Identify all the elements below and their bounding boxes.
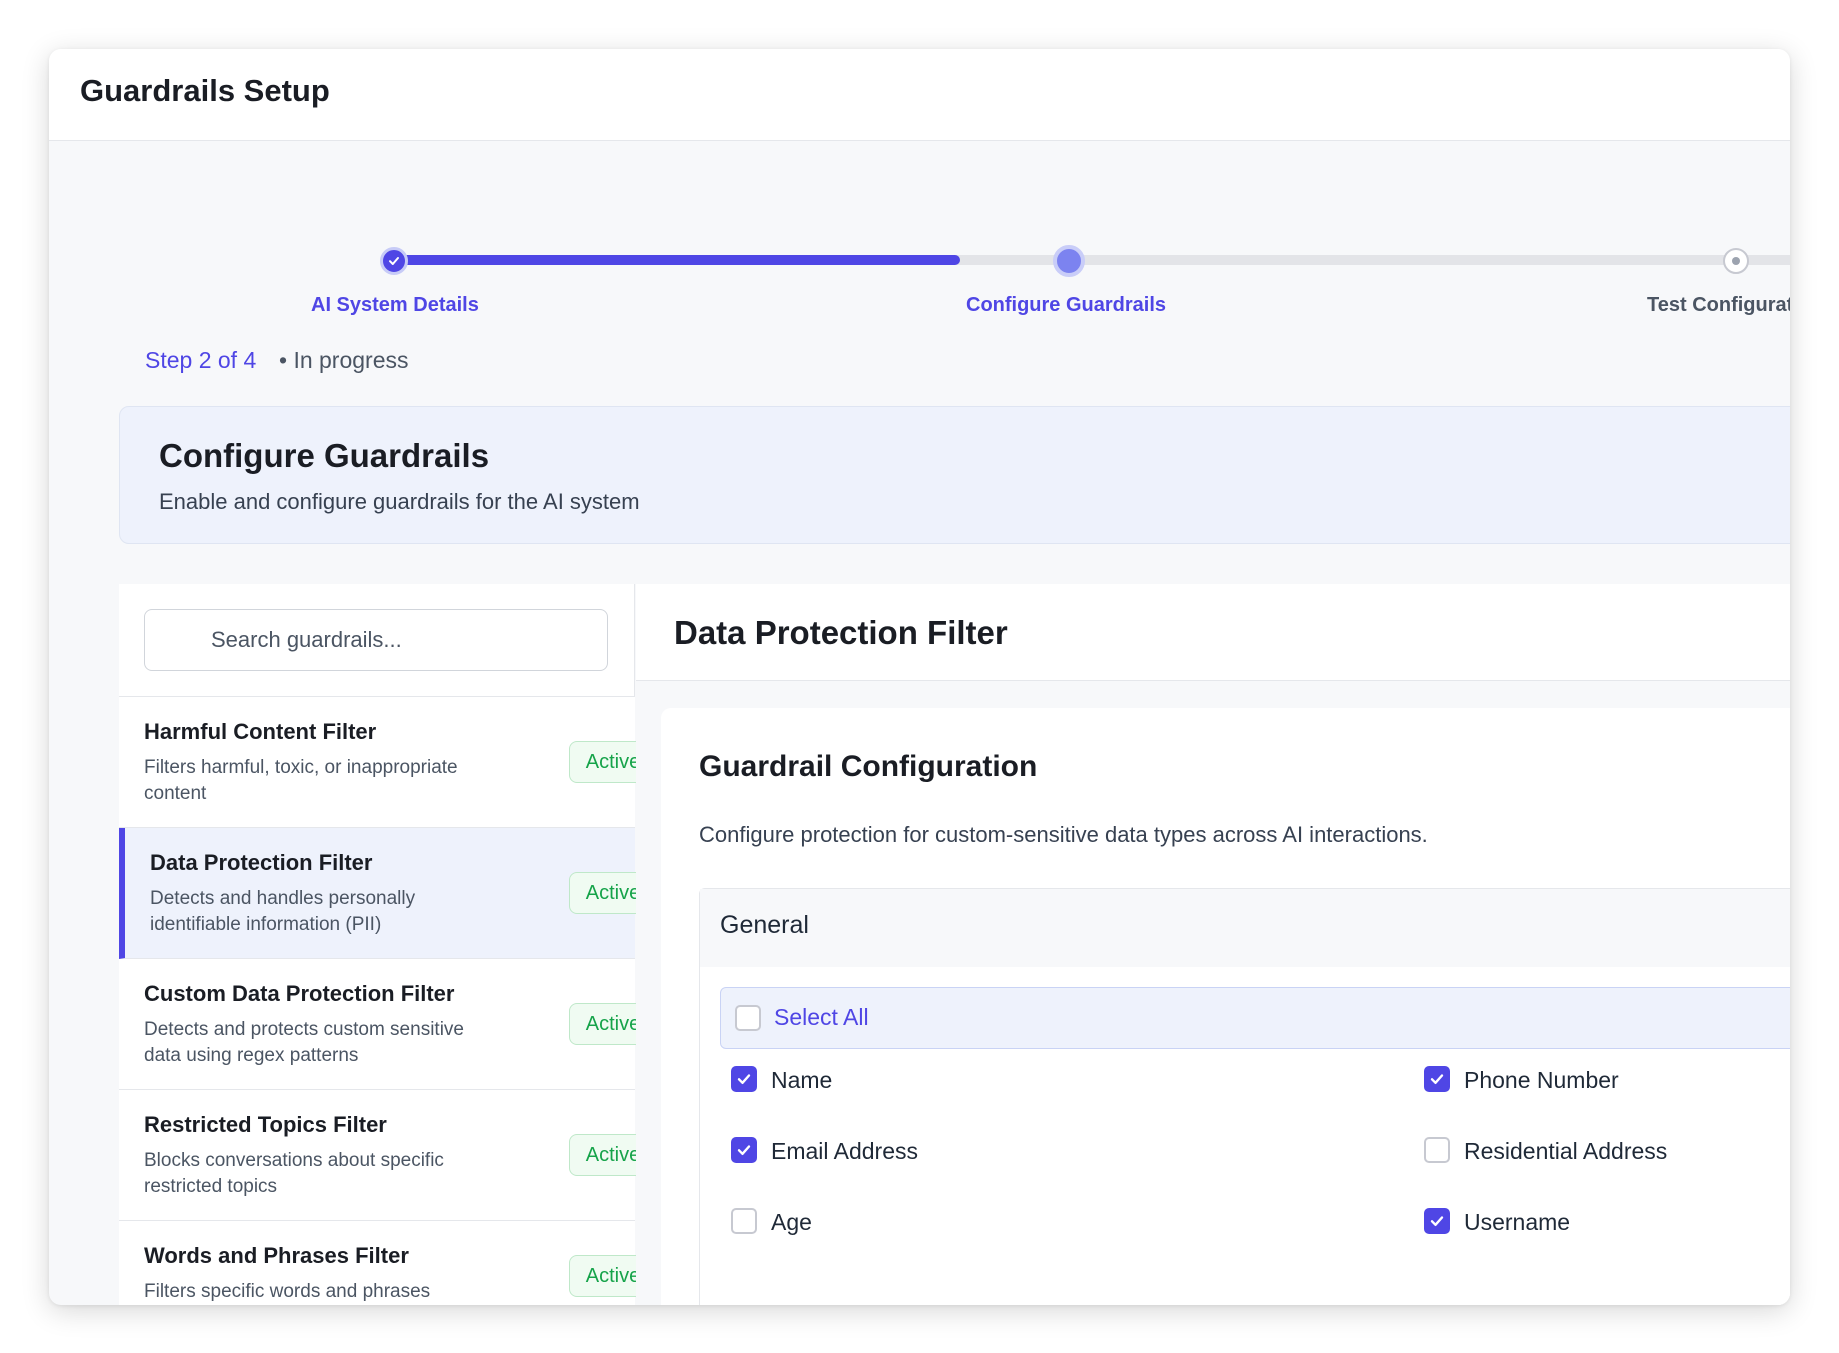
list-item-custom-data-protection[interactable]: Custom Data Protection Filter Detects an… — [119, 959, 657, 1090]
guardrail-detail-panel: Data Protection Filter Guardrail Configu… — [636, 584, 1790, 1305]
guardrail-description: Detects and handles personally identifia… — [150, 888, 416, 935]
config-description: Configure protection for custom-sensitiv… — [699, 822, 1428, 847]
detail-title: Data Protection Filter — [674, 614, 1008, 651]
guardrail-name: Harmful Content Filter — [144, 719, 377, 744]
guardrail-list-panel: Harmful Content Filter Filters harmful, … — [119, 584, 657, 1305]
step-count: Step 2 of 4 — [145, 347, 257, 373]
list-item-words-phrases[interactable]: Words and Phrases Filter Filters specifi… — [119, 1221, 657, 1305]
option-label: Name — [771, 1067, 833, 1093]
step-2-current-icon[interactable] — [1053, 245, 1085, 277]
guardrail-description: Filters harmful, toxic, or inappropriate… — [144, 757, 458, 804]
config-title: Guardrail Configuration — [699, 750, 1038, 783]
step-1-complete-icon[interactable] — [380, 247, 408, 275]
phone-number-checkbox[interactable] — [1424, 1066, 1450, 1092]
name-checkbox[interactable] — [731, 1066, 757, 1092]
progress-stepper: AI System Details Configure Guardrails T… — [49, 141, 1790, 391]
guardrail-description: Detects and protects custom sensitive da… — [144, 1019, 464, 1066]
option-label: Username — [1464, 1209, 1571, 1235]
select-all-row[interactable]: Select All — [720, 987, 1790, 1049]
email-address-checkbox[interactable] — [731, 1137, 757, 1163]
option-label: Age — [771, 1209, 812, 1235]
group-title: General — [720, 911, 809, 939]
step-2-label[interactable]: Configure Guardrails — [966, 294, 1166, 317]
guardrail-name: Restricted Topics Filter — [144, 1112, 387, 1137]
step-status: • In progress — [279, 347, 409, 373]
search-input[interactable] — [145, 610, 607, 670]
page-title: Guardrails Setup — [80, 73, 330, 108]
configuration-card: Guardrail Configuration Configure protec… — [661, 708, 1790, 1305]
list-item-restricted-topics[interactable]: Restricted Topics Filter Blocks conversa… — [119, 1090, 657, 1221]
banner-title: Configure Guardrails — [159, 437, 490, 474]
stepper-progress-fill — [394, 255, 960, 265]
guardrail-description: Blocks conversations about specific rest… — [144, 1150, 444, 1197]
guardrail-name: Data Protection Filter — [150, 850, 373, 875]
guardrail-description: Filters specific words and phrases — [144, 1281, 431, 1302]
guardrail-name: Custom Data Protection Filter — [144, 981, 455, 1006]
option-label: Phone Number — [1464, 1067, 1619, 1093]
group-header[interactable]: General — [700, 889, 1790, 967]
option-label: Residential Address — [1464, 1138, 1668, 1164]
top-bar: Guardrails Setup — [49, 49, 1790, 141]
residential-address-checkbox[interactable] — [1424, 1137, 1450, 1163]
age-checkbox[interactable] — [731, 1208, 757, 1234]
select-all-checkbox[interactable] — [735, 1005, 761, 1031]
option-label: Email Address — [771, 1138, 919, 1164]
detail-header: Data Protection Filter — [636, 584, 1790, 681]
username-checkbox[interactable] — [1424, 1208, 1450, 1234]
list-item-data-protection[interactable]: Data Protection Filter Detects and handl… — [119, 828, 657, 959]
search-box — [144, 609, 608, 671]
step-1-label[interactable]: AI System Details — [311, 294, 479, 317]
step-3-label[interactable]: Test Configurat — [1647, 294, 1790, 317]
select-all-label[interactable]: Select All — [774, 1004, 869, 1031]
app-window: Guardrails Setup AI System Details Confi… — [49, 49, 1790, 1305]
section-banner: Configure Guardrails Enable and configur… — [119, 406, 1790, 544]
banner-subtitle: Enable and configure guardrails for the … — [159, 489, 640, 514]
step-3-upcoming-icon[interactable] — [1723, 248, 1749, 274]
list-item-harmful-content[interactable]: Harmful Content Filter Filters harmful, … — [119, 697, 657, 828]
option-group: General Select All Name Phone Number Ema… — [699, 888, 1790, 1305]
guardrail-name: Words and Phrases Filter — [144, 1243, 409, 1268]
